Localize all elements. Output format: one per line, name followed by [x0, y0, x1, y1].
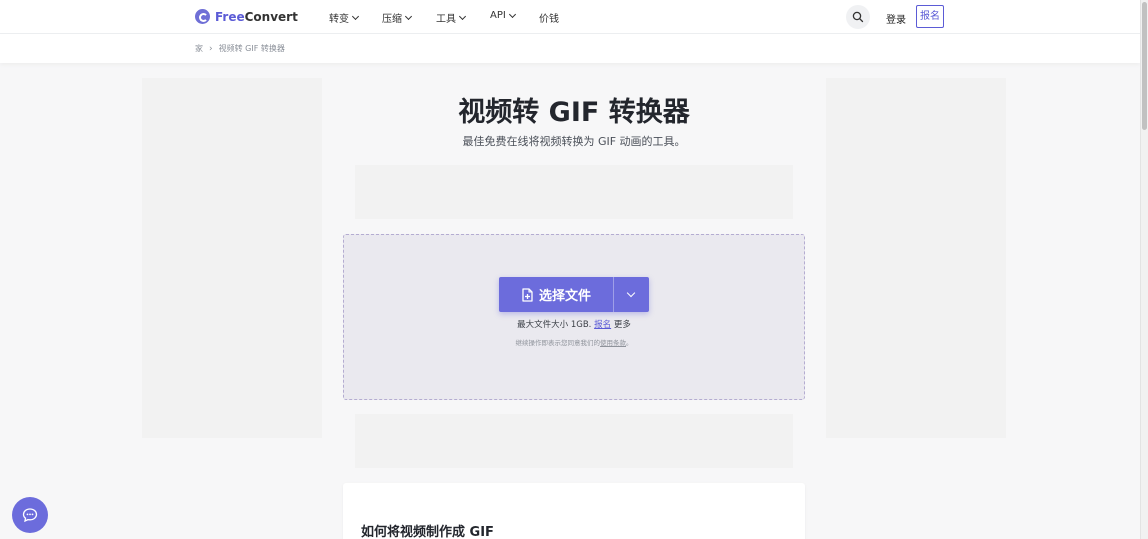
chevron-down-icon — [404, 12, 413, 20]
brand-logo[interactable]: FreeConvert — [195, 9, 298, 24]
choose-files-label: 选择文件 — [538, 289, 591, 304]
chevron-down-icon — [351, 12, 360, 20]
scrollbar-thumb[interactable] — [1142, 2, 1147, 130]
freeconvert-logo-icon — [195, 9, 210, 24]
choose-files-button[interactable]: 选择文件 — [499, 277, 613, 312]
breadcrumb-current: 视频转 GIF 转换器 — [218, 44, 285, 53]
terms-period: 。 — [626, 339, 633, 347]
nav-compress-label: 压缩 — [382, 14, 402, 25]
chat-button[interactable] — [12, 497, 48, 533]
nav-tools[interactable]: 工具 — [436, 10, 467, 25]
nav-convert[interactable]: 转变 — [329, 10, 360, 25]
nav-pricing-label: 价钱 — [539, 14, 559, 25]
max-size-more: 更多 — [613, 320, 631, 330]
signup-more-link[interactable]: 报名 — [594, 320, 611, 330]
ad-slot-bottom — [355, 414, 793, 468]
page-scrollbar[interactable] — [1140, 0, 1148, 539]
file-dropzone[interactable] — [343, 234, 805, 400]
nav-tools-label: 工具 — [436, 14, 456, 25]
nav-api[interactable]: API — [490, 10, 516, 21]
terms-text: 继续操作即表示您同意我们的 — [515, 339, 601, 347]
ad-slot-top — [355, 165, 793, 219]
ad-slot-left — [142, 78, 322, 438]
chevron-down-icon — [508, 10, 516, 18]
chevron-down-icon — [458, 12, 467, 20]
top-navbar: FreeConvert 转变 压缩 工具 API 价钱 登录 报名 — [0, 0, 1140, 34]
chevron-right-icon: › — [209, 43, 213, 54]
max-size-text: 最大文件大小 1GB. — [517, 320, 592, 330]
breadcrumb: 家 › 视频转 GIF 转换器 — [195, 43, 285, 54]
signup-button[interactable]: 报名 — [916, 5, 944, 28]
ad-slot-right — [826, 78, 1006, 438]
nav-api-label: API — [490, 10, 506, 21]
brand-name: FreeConvert — [215, 9, 298, 24]
page-title: 视频转 GIF 转换器 — [458, 97, 690, 128]
choose-source-dropdown[interactable] — [614, 277, 649, 312]
max-file-size-note: 最大文件大小 1GB. 报名 更多 — [343, 318, 805, 330]
terms-note: 继续操作即表示您同意我们的使用条款。 — [343, 337, 805, 347]
nav-pricing[interactable]: 价钱 — [539, 10, 559, 25]
chevron-down-icon — [626, 288, 636, 298]
search-button[interactable] — [846, 5, 870, 29]
howto-title: 如何将视频制作成 GIF — [361, 525, 494, 539]
page-subtitle: 最佳免费在线将视频转换为 GIF 动画的工具。 — [462, 135, 686, 148]
terms-link[interactable]: 使用条款 — [600, 339, 626, 347]
login-link[interactable]: 登录 — [886, 11, 906, 26]
howto-card: 如何将视频制作成 GIF — [343, 483, 805, 539]
search-icon — [852, 11, 864, 23]
chat-bubble-icon — [22, 508, 38, 523]
breadcrumb-home[interactable]: 家 — [195, 43, 203, 54]
nav-convert-label: 转变 — [329, 14, 349, 25]
breadcrumb-bar: 家 › 视频转 GIF 转换器 — [0, 34, 1140, 63]
file-add-icon — [522, 287, 533, 302]
choose-files-button-group: 选择文件 — [499, 277, 649, 312]
nav-compress[interactable]: 压缩 — [382, 10, 413, 25]
